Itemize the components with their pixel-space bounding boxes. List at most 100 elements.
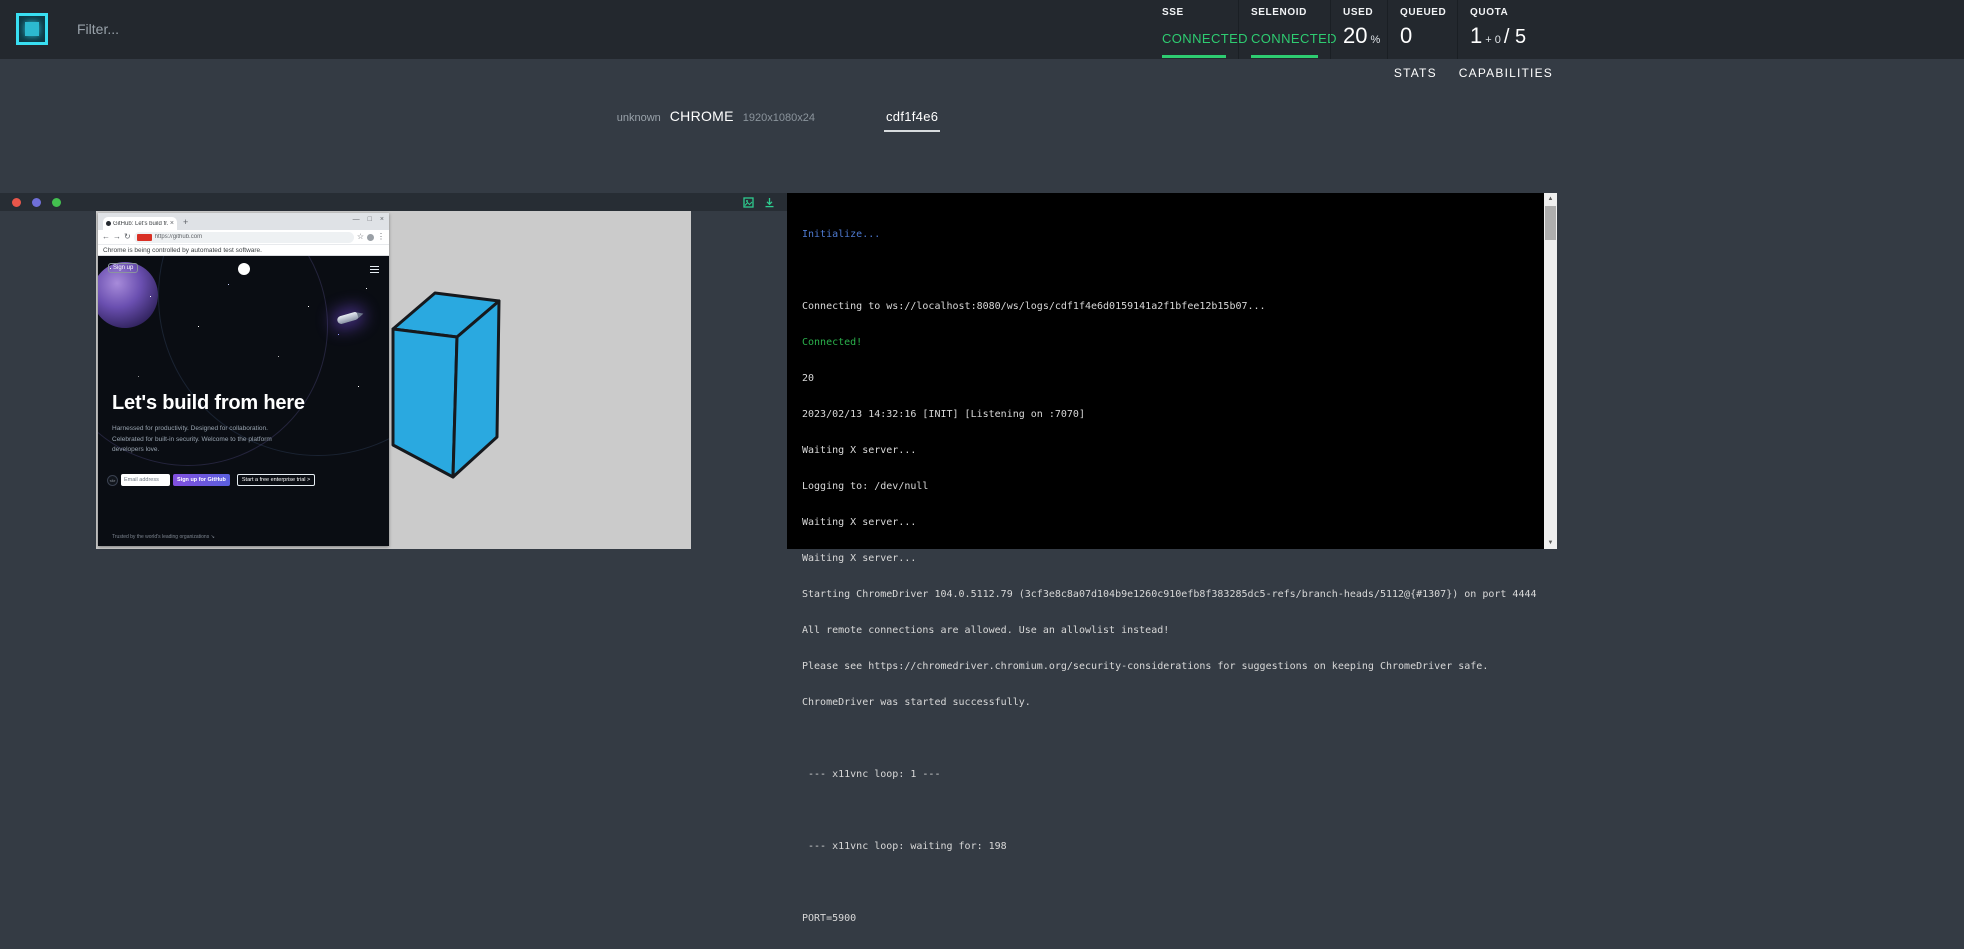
vnc-screenshot-button[interactable] [743,197,754,208]
github-page: Sign up Let's build from here Harnessed … [98,256,389,546]
tab-stats[interactable]: STATS [1394,66,1437,80]
log-line: ChromeDriver was started successfully. [802,697,1539,709]
stat-selenoid-value: CONNECTED [1251,31,1318,46]
log-line [802,805,1539,817]
header-stats: SSE CONNECTED SELENOID CONNECTED USED 20… [1150,0,1553,59]
stat-sse: SSE CONNECTED [1150,0,1238,59]
github-cta-row: </> Email address Sign up for GitHub Sta… [107,474,315,486]
log-line: --- x11vnc loop: 1 --- [802,769,1539,781]
remote-tabstrip: GitHub: Let's build fr... × + — □ × [98,213,389,230]
remote-tab[interactable]: GitHub: Let's build fr... × [103,217,177,230]
github-signup-top-button[interactable]: Sign up [108,263,138,273]
vnc-close-button[interactable] [12,198,21,207]
stat-queued-value: 0 [1400,23,1412,49]
log-line: Logging to: /dev/null [802,481,1539,493]
remote-close-icon[interactable]: × [380,216,384,223]
stat-quota-label: QUOTA [1470,7,1541,18]
stat-selenoid: SELENOID CONNECTED [1238,0,1330,59]
log-line: Waiting X server... [802,445,1539,457]
github-logo-icon[interactable] [238,263,250,275]
remote-window-controls: — □ × [353,216,384,223]
automation-infobar: Chrome is being controlled by automated … [98,245,389,256]
vnc-panel: GitHub: Let's build fr... × + — □ × ← → … [0,193,787,549]
stat-quota: QUOTA 1 + 0 / 5 [1457,0,1553,59]
stat-quota-extra: + 0 [1485,34,1501,46]
stat-used-label: USED [1343,7,1375,18]
log-line: Waiting X server... [802,517,1539,529]
back-icon[interactable]: ← [102,233,110,241]
vnc-screen[interactable]: GitHub: Let's build fr... × + — □ × ← → … [96,211,691,549]
stat-quota-total: / 5 [1504,26,1526,49]
github-hero-heading: Let's build from here [112,392,305,415]
chrome-menu-icon[interactable]: ⋮ [377,233,385,241]
bookmark-star-icon[interactable]: ☆ [357,233,364,241]
vnc-titlebar [0,193,787,211]
remote-address-bar[interactable]: https://github.com [134,232,354,243]
log-line: 2023/02/13 14:32:16 [INIT] [Listening on… [802,409,1539,421]
session-resolution: 1920x1080x24 [743,112,815,124]
github-email-field[interactable]: Email address [121,474,170,486]
scrollbar-thumb[interactable] [1545,206,1556,240]
hamburger-menu-icon[interactable] [370,266,379,275]
stat-queued: QUEUED 0 [1387,0,1457,59]
stat-sse-label: SSE [1162,7,1226,18]
session-id-link[interactable]: cdf1f4e6 [884,109,940,132]
log-line [802,877,1539,889]
stat-quota-value: 1 [1470,23,1482,49]
github-favicon-icon [106,221,111,226]
remote-url-text: https://github.com [155,234,202,240]
github-footnote: Trusted by the world's leading organizat… [112,534,215,540]
github-trial-button[interactable]: Start a free enterprise trial > [237,474,315,486]
selenoid-logo[interactable] [16,13,48,45]
session-row: unknown CHROME 1920x1080x24 cdf1f4e6 [0,108,1557,132]
selenoid-logo-inner-icon [25,22,39,36]
app-header: SSE CONNECTED SELENOID CONNECTED USED 20… [0,0,1964,59]
log-line: --- x11vnc loop: waiting for: 198 [802,841,1539,853]
view-tabs: STATS CAPABILITIES [1394,66,1553,80]
log-line: PORT=5900 [802,913,1539,925]
log-line: Please see https://chromedriver.chromium… [802,661,1539,673]
remote-navbar: ← → ↻ https://github.com ☆ ⋮ [98,230,389,245]
github-topbar: Sign up [108,263,379,277]
github-hero-subtext: Harnessed for productivity. Designed for… [112,424,272,456]
log-line: Initialize... [802,229,1539,241]
vnc-actions [743,197,775,208]
remote-browser-window: GitHub: Let's build fr... × + — □ × ← → … [98,213,389,546]
code-badge-icon: </> [107,475,118,486]
automation-infobar-text: Chrome is being controlled by automated … [103,247,262,254]
vnc-download-button[interactable] [764,197,775,208]
stat-sse-underline [1162,55,1226,58]
remote-tab-title: GitHub: Let's build fr... [113,221,168,227]
refresh-icon[interactable]: ↻ [124,233,131,241]
log-line: Waiting X server... [802,553,1539,565]
log-line [802,733,1539,745]
remote-new-tab-button[interactable]: + [183,217,188,227]
log-line: 20 [802,373,1539,385]
scrollbar-down-icon[interactable]: ▼ [1544,537,1557,549]
stat-selenoid-underline [1251,55,1318,58]
session-log: Initialize... Connecting to ws://localho… [802,205,1539,949]
log-line: Starting ChromeDriver 104.0.5112.79 (3cf… [802,589,1539,601]
remote-tab-close-icon[interactable]: × [170,220,174,227]
vnc-maximize-button[interactable] [52,198,61,207]
drawn-cube [391,287,503,483]
stat-queued-label: QUEUED [1400,7,1445,18]
github-signup-button[interactable]: Sign up for GitHub [173,474,230,486]
address-bar-warning-badge [137,234,152,241]
log-line [802,265,1539,277]
log-line: All remote connections are allowed. Use … [802,625,1539,637]
tab-capabilities[interactable]: CAPABILITIES [1459,66,1553,80]
stat-sse-value: CONNECTED [1162,31,1226,46]
stat-used-value: 20 [1343,23,1367,49]
remote-minimize-icon[interactable]: — [353,216,360,223]
vnc-minimize-button[interactable] [32,198,41,207]
scrollbar-up-icon[interactable]: ▲ [1544,193,1557,205]
chrome-avatar[interactable] [367,234,374,241]
log-line: Connecting to ws://localhost:8080/ws/log… [802,301,1539,313]
forward-icon[interactable]: → [113,233,121,241]
stat-used-unit: % [1370,34,1380,46]
remote-maximize-icon[interactable]: □ [368,216,372,223]
session-browser: CHROME [670,108,734,124]
filter-input[interactable] [77,15,437,43]
log-scrollbar[interactable]: ▲ ▼ [1544,193,1557,549]
